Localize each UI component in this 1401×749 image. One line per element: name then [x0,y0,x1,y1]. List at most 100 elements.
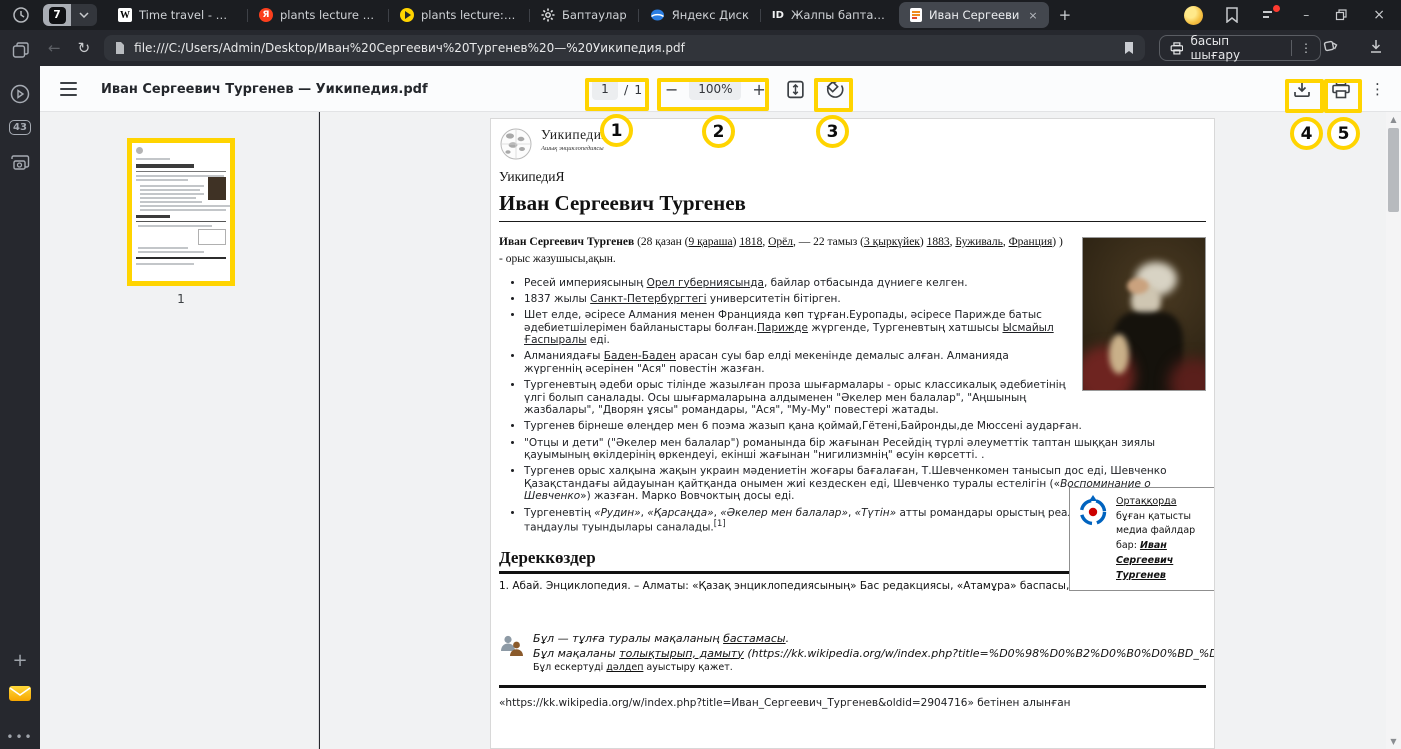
wikimedia-commons-icon [1078,495,1108,527]
tab-turgenev-pdf-active[interactable]: Иван Сергееви × [899,2,1049,28]
scroll-down-arrow[interactable]: ▼ [1386,737,1401,746]
fit-to-page-button[interactable] [785,66,806,112]
pdf-viewer-area: УикипедиЯ Ашық энциклопедиясы УикипедиЯ … [320,112,1386,749]
history-button[interactable] [12,6,30,24]
bookmark-icon[interactable] [1123,41,1135,55]
back-button[interactable]: ← [48,39,61,57]
screenshot-camera-icon [10,154,30,171]
window-minimize-button[interactable]: – [1303,8,1309,22]
tab-close-icon[interactable]: × [1028,9,1037,22]
sidebar-music-button[interactable] [0,84,40,104]
file-icon [114,41,126,55]
scrollbar-thumb[interactable] [1388,128,1399,212]
annotation-callout-1: 1 [600,114,633,147]
tab-label: plants lecture: 2 ть [421,8,518,22]
annotation-box-page-counter [585,78,649,111]
notification-dot [1273,5,1280,12]
retrieved-from-line: «https://kk.wikipedia.org/w/index.php?ti… [499,697,1206,709]
downloads-button[interactable] [1369,39,1383,58]
pdf-menu-button[interactable] [60,66,77,112]
tab-general-settings[interactable]: ID Жалпы баптаулар [761,2,899,28]
window-restore-button[interactable] [1335,9,1347,21]
wikipedia-globe-icon [499,127,533,161]
play-circle-icon [10,84,30,104]
printer-icon [1170,42,1184,55]
tab-plants-lecture-video[interactable]: plants lecture: 2 ть [389,2,529,28]
address-bar-row: ← ↻ file:///C:/Users/Admin/Desktop/Иван%… [40,30,1401,66]
commons-box: Ортаққорда бұған қатысты медиа файлдар б… [1069,487,1215,591]
url-text: file:///C:/Users/Admin/Desktop/Иван%20Се… [134,41,1123,55]
page-1-thumbnail[interactable] [127,138,235,286]
turgenev-portrait-image [1082,237,1206,391]
article-title: Иван Сергеевич Тургенев [499,191,1206,222]
tab-yandex-disk[interactable]: Яндекс Диск [639,2,760,28]
commons-note-text: Ортаққорда бұған қатысты медиа файлдар б… [1116,495,1208,583]
annotation-box-print [1324,79,1362,113]
print-button-label: басып шығару [1190,34,1281,62]
bullet-item: "Отцы и дети" ("Әкелер мен балалар") ром… [524,437,1206,462]
stub-notice: Бұл — тұлға туралы мақаланың бастамасы. … [499,632,1206,674]
pdf-more-options[interactable]: ⋮ [1370,66,1385,112]
browser-sidebar: 43 + ••• [0,30,40,749]
profile-avatar[interactable] [1184,6,1203,25]
tab-time-travel[interactable]: W Time travel - Wikip [107,2,247,28]
tab-panels-button[interactable] [0,42,40,59]
footer-rule [499,685,1206,688]
yandex-disk-icon [650,8,665,22]
fit-page-icon [785,79,806,100]
pdf-file-icon [910,8,922,22]
bookmarks-button[interactable] [1225,7,1239,23]
annotation-callout-3: 3 [816,115,849,148]
wikipedia-icon: W [118,8,132,22]
tab-strip: W Time travel - Wikip Я plants lecture —… [107,0,1071,30]
logo-tagline: Ашық энциклопедиясы [541,145,611,152]
new-tab-button[interactable]: + [1059,6,1072,24]
download-icon [1369,39,1383,54]
tab-count: 7 [49,7,66,24]
tab-label: Баптаулар [562,8,627,22]
tab-label: Жалпы баптаулар [791,8,888,22]
annotation-box-rotate [814,78,853,112]
clock-icon [12,6,30,24]
bullet-item: Тургенев бірнеше өлеңдер мен 6 поэма жаз… [524,420,1206,432]
sidebar-mail-button[interactable] [0,686,40,701]
tab-label: Time travel - Wikip [139,8,236,22]
annotation-callout-2: 2 [702,115,735,148]
tab-settings[interactable]: Баптаулар [530,2,638,28]
stub-line-3: Бұл ескертуді дәлдеп ауыстыру қажет. [533,662,1215,673]
tab-list-dropdown[interactable] [71,4,97,26]
scroll-up-arrow[interactable]: ▲ [1386,115,1401,124]
address-bar[interactable]: file:///C:/Users/Admin/Desktop/Иван%20Се… [104,35,1145,61]
sidebar-counter-badge[interactable]: 43 [0,120,40,135]
tab-bar: 7 W Time travel - Wikip Я plants lecture… [0,0,1401,30]
vertical-scrollbar[interactable]: ▲ ▼ [1386,112,1401,749]
sidebar-more-button[interactable]: ••• [0,730,40,744]
tab-label: Иван Сергееви [929,8,1019,22]
collections-icon [1321,38,1339,54]
reload-button[interactable]: ↻ [78,39,91,57]
hamburger-icon [60,82,77,96]
tab-label: Яндекс Диск [672,8,749,22]
yandex-icon: Я [259,8,273,22]
thumbnail-page-label: 1 [127,292,235,306]
tab-counter[interactable]: 7 [43,4,97,26]
print-page-button[interactable]: басып шығару ⋮ [1159,35,1321,61]
avatar [1184,6,1203,25]
restore-icon [1335,9,1347,21]
gear-icon [541,8,555,22]
browser-window: 7 W Time travel - Wikip Я plants lecture… [0,0,1401,749]
stub-line-1: Бұл — тұлға туралы мақаланың бастамасы. [533,632,1215,647]
annotation-callout-5: 5 [1327,117,1360,150]
badge-43: 43 [9,120,31,135]
collections-button[interactable] [1321,38,1339,58]
yandex-mail-icon [9,686,31,701]
sidebar-add-button[interactable]: + [0,650,40,671]
pdf-page: УикипедиЯ Ашық энциклопедиясы УикипедиЯ … [490,118,1215,749]
tab-counter-pill: 7 [43,4,71,26]
sidebar-screenshot-button[interactable] [0,154,40,171]
panels-icon [12,42,29,59]
tab-plants-lecture-search[interactable]: Я plants lecture — Я [248,2,388,28]
print-options-dots[interactable]: ⋮ [1291,40,1320,56]
notifications-panel-button[interactable] [1261,8,1277,22]
window-close-button[interactable]: × [1373,7,1385,23]
